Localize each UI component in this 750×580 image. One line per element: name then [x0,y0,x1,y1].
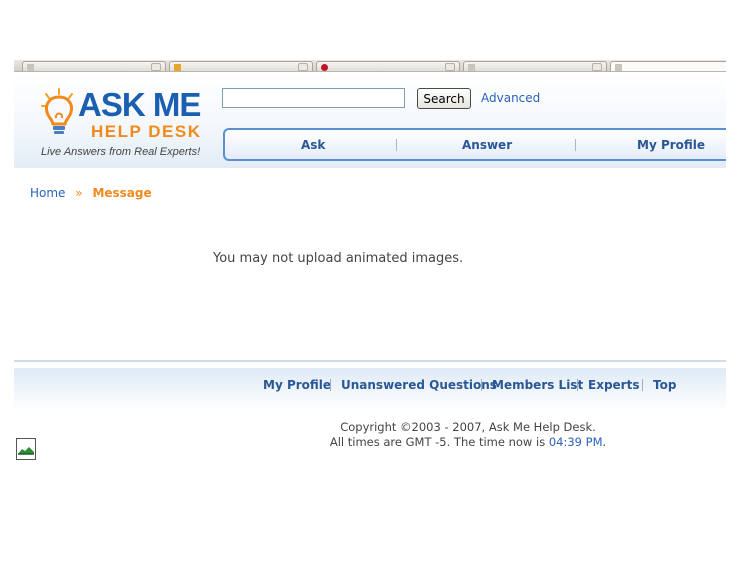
time-prefix: All times are GMT -5. The time now is [329,435,546,449]
time-suffix: . [602,435,607,449]
breadcrumb-current: Message [92,186,152,200]
browser-tab[interactable] [463,61,607,71]
advanced-search-link[interactable]: Advanced [481,91,540,105]
footer-divider [14,360,726,362]
error-message: You may not upload animated images. [213,251,464,266]
breadcrumb-separator: » [75,186,83,200]
page-favicon-icon [27,64,34,71]
browser-tab[interactable] [22,61,166,71]
nav-divider [575,139,576,151]
breadcrumb: Home » Message [30,186,152,200]
page-favicon-icon [615,64,622,71]
footer-divider-bar [481,379,482,391]
browser-tab[interactable] [169,61,313,71]
nav-answer[interactable]: Answer [462,138,512,152]
time-notice: All times are GMT -5. The time now is 04… [186,435,750,450]
logo-ask-me: ASK ME [78,86,201,123]
nav-divider [396,139,397,151]
footer-link-top[interactable]: Top [653,378,676,392]
nav-ask[interactable]: Ask [301,138,325,152]
footer-divider-bar [642,379,643,391]
logo-tagline: Live Answers from Real Experts! [41,146,201,158]
browser-tab[interactable] [316,61,460,71]
favicon-icon [174,64,181,71]
footer-nav: My Profile Unanswered Questions Members … [14,368,726,412]
image-placeholder-icon [16,438,36,460]
breadcrumb-home-link[interactable]: Home [30,186,65,200]
close-tab-icon[interactable] [151,63,161,71]
footer-link-experts[interactable]: Experts [588,378,639,392]
copyright-text: Copyright ©2003 - 2007, Ask Me Help Desk… [340,420,596,434]
site-header: ASK ME HELP DESK Live Answers from Real … [14,73,726,168]
footer-divider-bar [330,379,331,391]
copyright-block: Copyright ©2003 - 2007, Ask Me Help Desk… [0,420,750,450]
current-time: 04:39 PM [548,435,603,449]
browser-tab-strip [14,60,726,72]
favicon-icon [321,64,328,71]
site-logo[interactable]: ASK ME HELP DESK Live Answers from Real … [39,85,219,165]
nav-my-profile[interactable]: My Profile [637,138,705,152]
page-favicon-icon [468,64,475,71]
search-button[interactable]: Search [417,88,471,109]
close-tab-icon[interactable] [592,63,602,71]
picture-icon [18,445,34,455]
lightbulb-icon [41,88,73,134]
logo-help-desk: HELP DESK [91,122,202,141]
browser-tab-active[interactable] [610,61,726,71]
close-tab-icon[interactable] [445,63,455,71]
footer-link-my-profile[interactable]: My Profile [263,378,331,392]
footer-divider-bar [577,379,578,391]
search-input[interactable] [222,88,405,108]
main-nav: Ask Answer My Profile [223,128,726,161]
footer-link-unanswered-questions[interactable]: Unanswered Questions [341,378,497,392]
footer-link-members-list[interactable]: Members List [492,378,583,392]
close-tab-icon[interactable] [298,63,308,71]
